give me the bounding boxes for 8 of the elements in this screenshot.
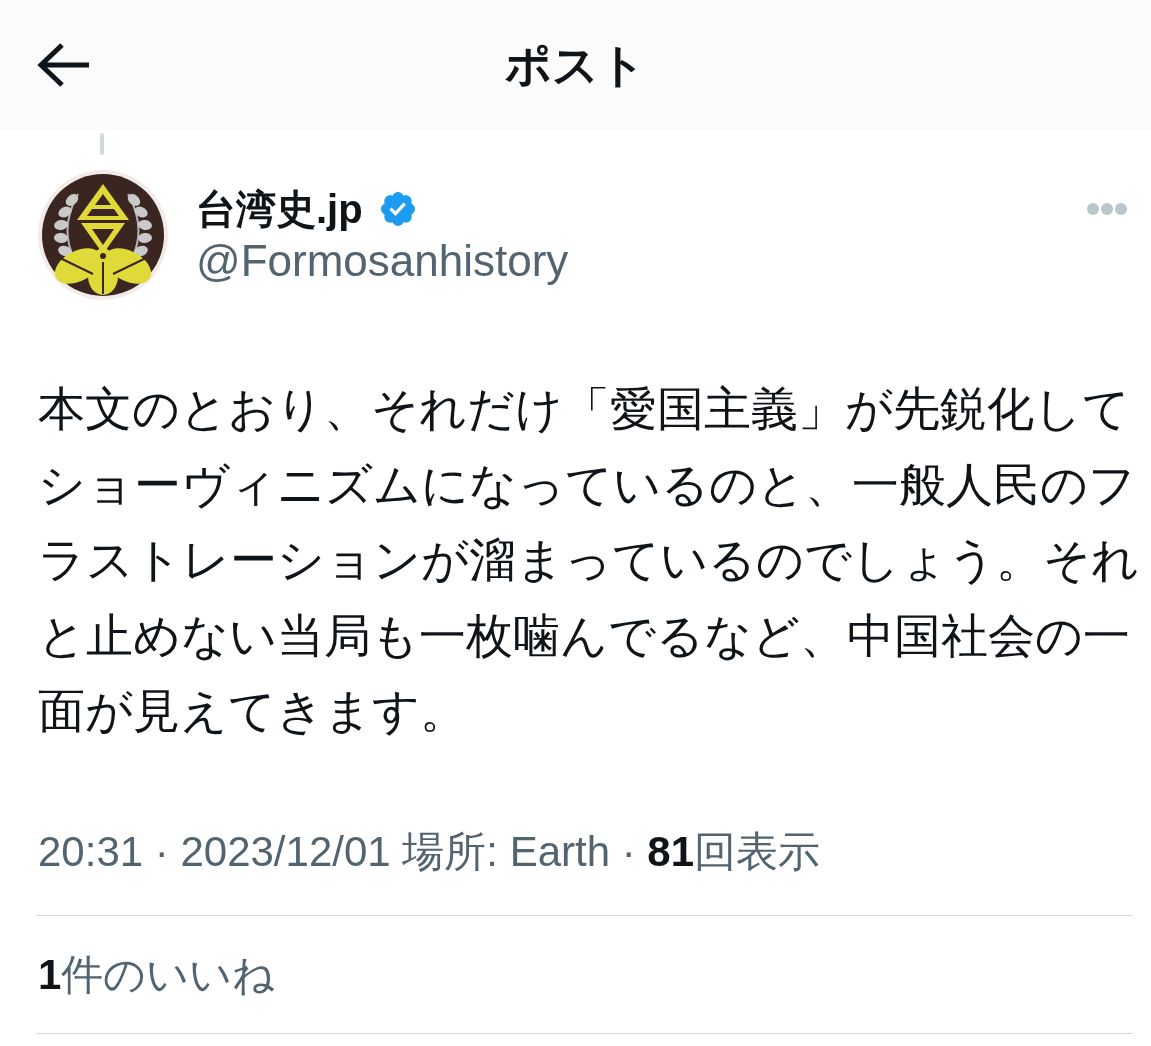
author-handle[interactable]: @Formosanhistory (196, 235, 569, 287)
avatar-crest-icon[interactable] (38, 170, 168, 300)
post-text: 本文のとおり、それだけ「愛国主義」が先鋭化してショーヴィニズムになっているのと、一般人民のフラストレーションが溜まっているのでしょう。それと止めない当局も一枚噛んでるなど、中国社会の一面が見えてきます。 (38, 382, 1140, 739)
likes-count-link[interactable]: 1件のいいね (38, 949, 276, 1000)
author-name[interactable]: 台湾史.jp (196, 183, 363, 235)
post-meta: 20:31 · 2023/12/01 場所: Earth · 81回表示 (38, 826, 821, 877)
back-icon[interactable] (36, 43, 89, 87)
page-title: ポスト (505, 42, 646, 88)
